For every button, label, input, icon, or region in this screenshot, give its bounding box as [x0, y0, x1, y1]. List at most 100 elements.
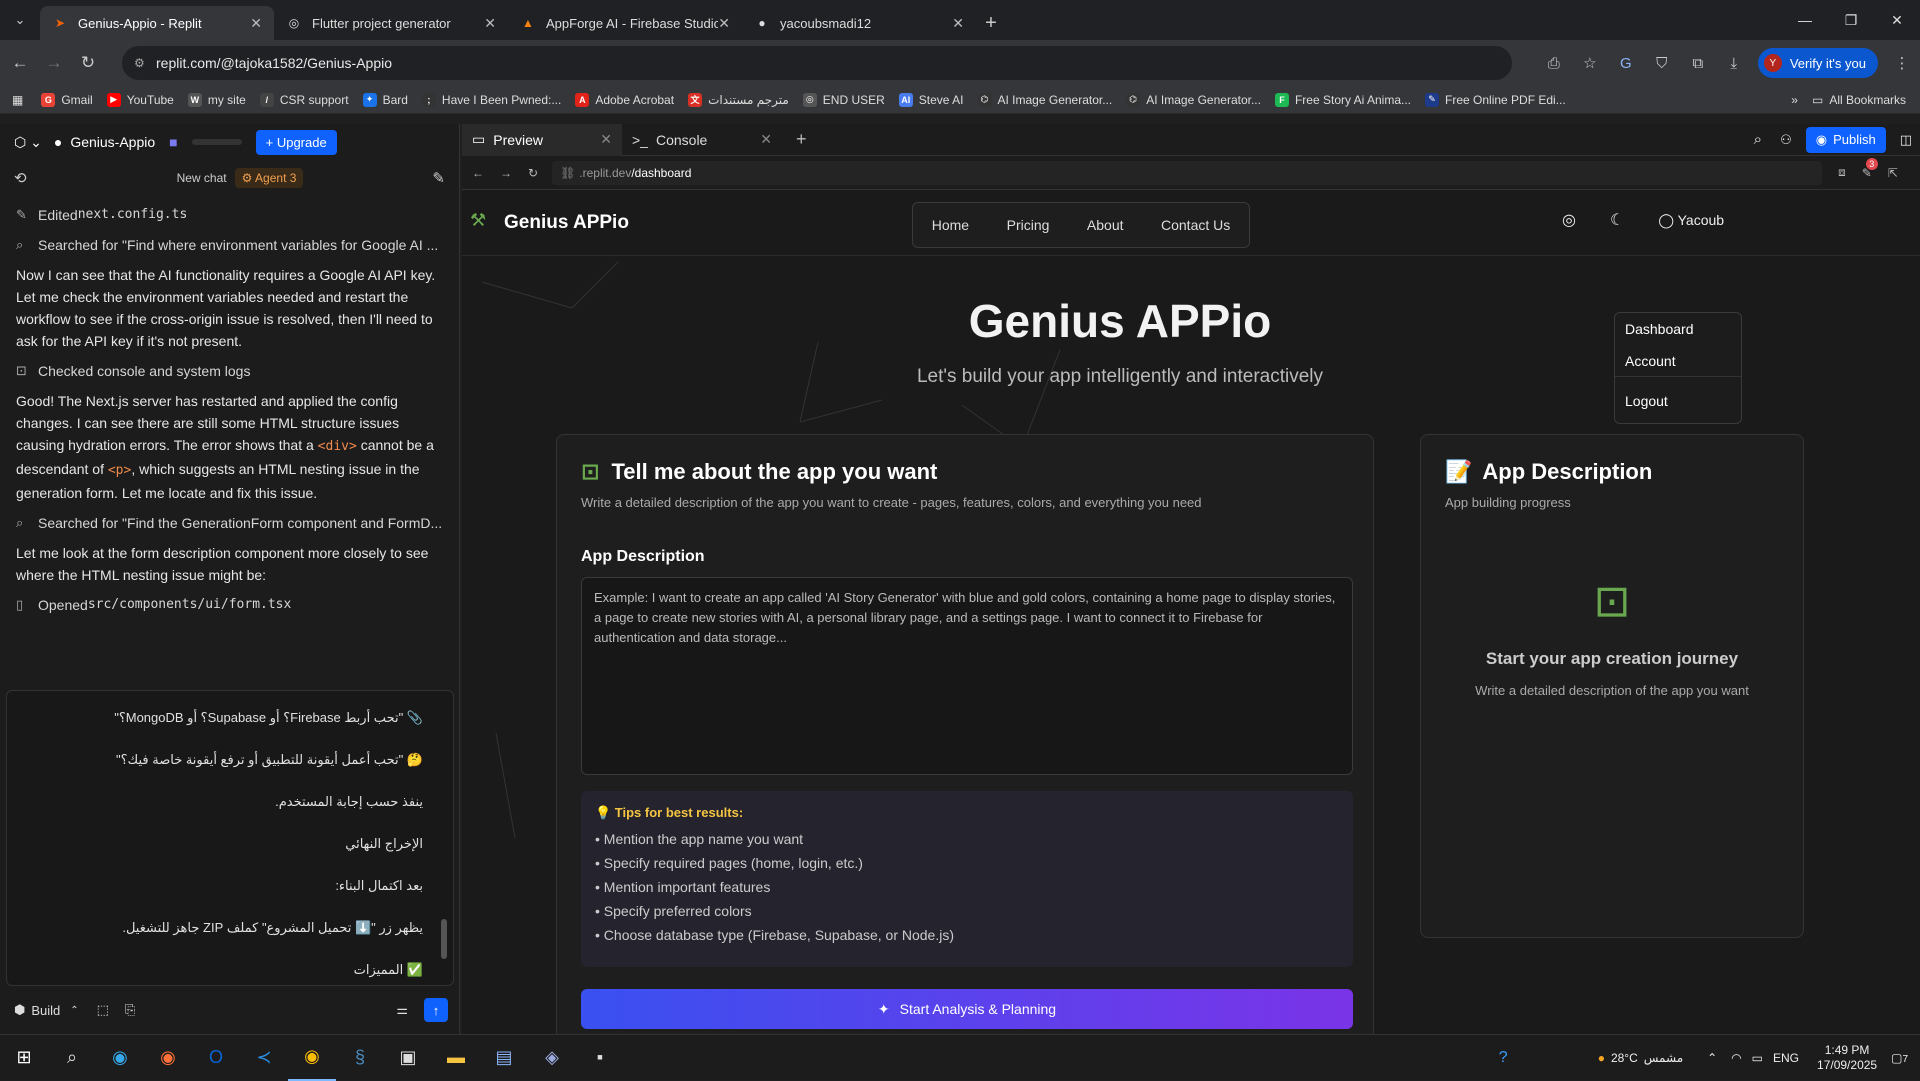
- start-analysis-button[interactable]: ✦ Start Analysis & Planning: [581, 989, 1353, 1029]
- site-info-icon[interactable]: ⚙: [134, 56, 145, 70]
- send-button[interactable]: ↑: [424, 998, 448, 1022]
- bookmark-csr[interactable]: / CSR support: [259, 92, 349, 107]
- app-icon[interactable]: ▣: [384, 1035, 432, 1081]
- tab-search-icon[interactable]: ⌄: [0, 0, 40, 40]
- terminal-icon[interactable]: ▪: [576, 1035, 624, 1081]
- bookmark-acrobat[interactable]: A Adobe Acrobat: [575, 92, 674, 107]
- replit-menu-icon[interactable]: ⬡ ⌄: [14, 134, 42, 151]
- project-name[interactable]: Genius-Appio: [70, 134, 155, 150]
- minimize-icon[interactable]: —: [1782, 0, 1828, 40]
- browser-tab-1[interactable]: ◎ Flutter project generator ✕: [274, 6, 508, 40]
- chevron-up-icon[interactable]: ⌃: [1707, 1051, 1717, 1065]
- close-icon[interactable]: ✕: [760, 131, 772, 148]
- close-window-icon[interactable]: ✕: [1874, 0, 1920, 40]
- attach-icon[interactable]: ⎘: [125, 1002, 135, 1018]
- devices-icon[interactable]: ⧈: [1838, 165, 1846, 180]
- reload-icon[interactable]: ↻: [74, 49, 102, 77]
- tab-console[interactable]: >_ Console ✕: [622, 124, 782, 156]
- install-icon[interactable]: ⎙: [1536, 55, 1572, 72]
- file-explorer-icon[interactable]: ▬: [432, 1035, 480, 1081]
- app-icon[interactable]: ▤: [480, 1035, 528, 1081]
- panel-toggle-icon[interactable]: ◫: [1900, 132, 1912, 148]
- vscode-icon[interactable]: ≺: [240, 1035, 288, 1081]
- tab-preview[interactable]: ▭ Preview ✕: [462, 123, 622, 156]
- browser-tab-0[interactable]: ➤ Genius-Appio - Replit ✕: [40, 6, 274, 40]
- message-action[interactable]: ▯ Opened src/components/ui/form.tsx: [16, 594, 443, 616]
- select-element-icon[interactable]: ⬚: [97, 1002, 109, 1018]
- close-tab-icon[interactable]: ✕: [484, 15, 496, 32]
- open-new-window-icon[interactable]: ⇱: [1888, 166, 1898, 180]
- close-tab-icon[interactable]: ✕: [952, 15, 964, 32]
- bookmark-my-site[interactable]: Wmy site: [187, 92, 246, 107]
- close-tab-icon[interactable]: ✕: [250, 15, 262, 32]
- new-chat-icon[interactable]: ✎: [432, 169, 445, 187]
- bookmark-translator[interactable]: 文 مترجم مستندات: [688, 92, 789, 107]
- nav-home[interactable]: Home: [932, 217, 969, 233]
- upgrade-button[interactable]: + Upgrade: [255, 129, 337, 155]
- notification-icon[interactable]: ▢7: [1891, 1051, 1908, 1065]
- message-action[interactable]: ✎ Edited next.config.ts: [16, 204, 443, 226]
- windows-start-icon[interactable]: ⊞: [0, 1035, 48, 1081]
- edge-icon[interactable]: ◉: [96, 1035, 144, 1081]
- weather-temp[interactable]: 28°C: [1611, 1051, 1638, 1065]
- clock[interactable]: 1:49 PM 17/09/2025: [1817, 1043, 1877, 1073]
- bookmark-steve-ai[interactable]: AI Steve AI: [898, 92, 964, 107]
- search-icon[interactable]: ⌕: [48, 1035, 96, 1081]
- verify-profile-button[interactable]: Y Verify it's you: [1757, 48, 1878, 78]
- download-icon[interactable]: ⤓: [1716, 55, 1752, 72]
- settings-sliders-icon[interactable]: ⚌: [396, 1002, 408, 1018]
- preview-url-input[interactable]: ⛓ .replit.dev/dashboard: [552, 160, 1823, 185]
- python-icon[interactable]: §: [336, 1035, 384, 1081]
- new-tab-button[interactable]: +: [976, 6, 1006, 40]
- add-tab-icon[interactable]: +: [796, 129, 807, 150]
- firefox-icon[interactable]: ◉: [144, 1035, 192, 1081]
- forward-icon[interactable]: →: [40, 49, 68, 77]
- chrome-icon[interactable]: ◉: [288, 1035, 336, 1081]
- bookmark-youtube[interactable]: ▶ YouTube: [106, 92, 174, 107]
- extensions-icon[interactable]: ⧉: [1680, 55, 1716, 72]
- bookmark-star-icon[interactable]: ☆: [1572, 54, 1608, 72]
- search-icon[interactable]: ⌕: [1754, 131, 1762, 148]
- moon-icon[interactable]: ☾: [1610, 210, 1624, 230]
- close-tab-icon[interactable]: ✕: [718, 15, 730, 32]
- app-icon[interactable]: ◈: [528, 1035, 576, 1081]
- shield-extension-icon[interactable]: ⛉: [1644, 55, 1680, 72]
- chevron-up-icon[interactable]: ⌃: [70, 1005, 78, 1016]
- back-icon[interactable]: ←: [472, 166, 484, 180]
- message-action[interactable]: ⌕ Searched for "Find where environment va…: [16, 234, 443, 256]
- message-action[interactable]: ⊡ Checked console and system logs: [16, 360, 443, 382]
- chat-input[interactable]: 📎 "تحب أربط Firebase؟ أو Supabase؟ أو Mo…: [6, 690, 454, 986]
- app-description-textarea[interactable]: Example: I want to create an app called …: [581, 577, 1353, 775]
- menu-item-logout[interactable]: Logout: [1615, 385, 1741, 417]
- all-bookmarks[interactable]: ▭ All Bookmarks: [1812, 93, 1906, 107]
- nav-contact[interactable]: Contact Us: [1161, 217, 1230, 233]
- input-scrollbar[interactable]: [441, 699, 447, 979]
- globe-icon[interactable]: ◎: [1562, 210, 1576, 230]
- translate-icon[interactable]: G: [1608, 55, 1644, 72]
- agent-badge[interactable]: ⚙ Agent 3: [234, 168, 304, 188]
- bookmark-ai-image-2[interactable]: ⌬ AI Image Generator...: [1126, 92, 1261, 107]
- bookmark-bard[interactable]: ✦ Bard: [362, 92, 408, 107]
- publish-button[interactable]: ◉ Publish: [1805, 126, 1886, 153]
- invite-icon[interactable]: ⚇: [1780, 132, 1792, 148]
- battery-icon[interactable]: ▭: [1752, 1051, 1763, 1065]
- wifi-icon[interactable]: ◠: [1731, 1051, 1741, 1065]
- outlook-icon[interactable]: O: [192, 1035, 240, 1081]
- bookmark-gmail[interactable]: G Gmail: [41, 92, 93, 107]
- language-indicator[interactable]: ENG: [1773, 1051, 1799, 1065]
- back-icon[interactable]: ←: [6, 49, 34, 77]
- browser-tab-2[interactable]: ▲ AppForge AI - Firebase Studio ✕: [508, 6, 742, 40]
- bookmark-end-user[interactable]: ◎ END USER: [802, 92, 885, 107]
- build-mode-button[interactable]: Build: [31, 1003, 60, 1018]
- more-bookmarks-icon[interactable]: »: [1791, 93, 1798, 107]
- address-bar[interactable]: ⚙ replit.com/@tajoka1582/Genius-Appio: [122, 46, 1512, 80]
- bookmark-free-story[interactable]: F Free Story Ai Anima...: [1274, 92, 1411, 107]
- apps-icon[interactable]: ▦: [12, 93, 23, 107]
- close-icon[interactable]: ✕: [600, 131, 612, 148]
- nav-pricing[interactable]: Pricing: [1007, 217, 1050, 233]
- browser-tab-3[interactable]: ● yacoubsmadi12 ✕: [742, 6, 976, 40]
- bookmark-hibp[interactable]: ; Have I Been Pwned:...: [421, 92, 561, 107]
- bookmark-ai-image-1[interactable]: ⌬ AI Image Generator...: [977, 92, 1112, 107]
- reload-icon[interactable]: ↻: [528, 166, 538, 180]
- scroll-thumb[interactable]: [441, 919, 447, 959]
